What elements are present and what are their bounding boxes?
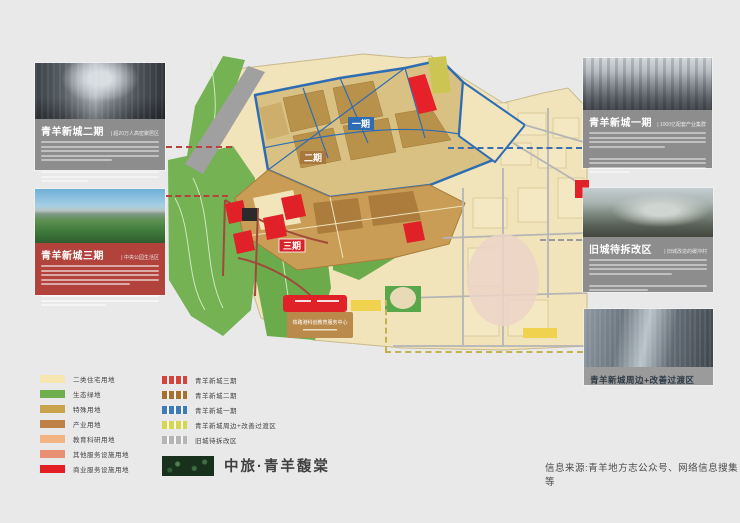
card-phase3-title: 青羊新城三期 bbox=[41, 247, 104, 262]
oldtown-photo bbox=[583, 188, 713, 237]
legend-row: 特殊用地 bbox=[40, 405, 129, 413]
connector-periphery-vertical bbox=[385, 300, 387, 352]
card-phase2: 青羊新城二期 | 超20万人高密聚居区 bbox=[35, 63, 165, 170]
legend-label: 二类住宅用地 bbox=[73, 374, 115, 384]
periphery-photo bbox=[584, 309, 713, 367]
legend-label: 特殊用地 bbox=[73, 404, 101, 414]
card-phase1-tagline: | 1000亿配套产业集群 bbox=[657, 121, 706, 128]
phase2-label: 二期 bbox=[300, 151, 326, 164]
legend-row: 二类住宅用地 bbox=[40, 375, 129, 383]
facility-label: 铁路港科创教育服务中心 bbox=[292, 319, 347, 326]
card-oldtown-text-placeholder bbox=[589, 259, 707, 291]
legend-label: 生态绿地 bbox=[73, 389, 101, 399]
legend-row: 教育科研用地 bbox=[40, 435, 129, 443]
red-block-text-bars bbox=[295, 300, 339, 302]
connector-phase1 bbox=[448, 147, 582, 149]
card-phase2-title: 青羊新城二期 bbox=[41, 123, 104, 138]
connector-phase2 bbox=[166, 146, 232, 148]
poi-ellipse bbox=[467, 234, 539, 326]
card-oldtown-title: 旧城待拆改区 bbox=[589, 241, 652, 256]
legend-swatch bbox=[40, 405, 65, 413]
legend-row: 青羊新城一期 bbox=[162, 406, 276, 414]
card-phase1-text-placeholder bbox=[589, 132, 706, 173]
legend-label: 青羊新城一期 bbox=[195, 405, 237, 415]
card-phase3-tagline: | 中央公园生活区 bbox=[121, 254, 159, 261]
legend-label: 产业用地 bbox=[73, 419, 101, 429]
legend-row: 青羊新城二期 bbox=[162, 391, 276, 399]
svg-text:三期: 三期 bbox=[283, 240, 301, 251]
card-periphery: 青羊新城周边+改善过渡区 bbox=[584, 309, 713, 385]
source-note: 信息来源:青羊地方志公众号、网络信息搜集等 bbox=[545, 460, 740, 488]
legend-label: 旧城待拆改区 bbox=[195, 435, 237, 445]
brand-logo: 中旅·青羊馥棠 bbox=[162, 455, 330, 476]
facility-block: 铁路港科创教育服务中心 bbox=[287, 312, 353, 338]
card-phase3: 青羊新城三期 | 中央公园生活区 bbox=[35, 189, 165, 295]
card-oldtown-tagline: | 旧城改造的缓冲村 bbox=[664, 248, 707, 255]
legend-label: 青羊新城三期 bbox=[195, 375, 237, 385]
legend-row: 产业用地 bbox=[40, 420, 129, 428]
legend-swatch bbox=[162, 421, 187, 429]
legend-row: 青羊新城周边+改善过渡区 bbox=[162, 421, 276, 429]
legend-row: 青羊新城三期 bbox=[162, 376, 276, 384]
card-phase2-tagline: | 超20万人高密聚居区 bbox=[111, 130, 159, 137]
legend-row: 其他服务设施用地 bbox=[40, 450, 129, 458]
legend-swatch bbox=[40, 390, 65, 398]
connector-periphery-horizontal bbox=[385, 351, 583, 353]
connector-oldtown bbox=[540, 239, 582, 241]
logo-text: 中旅·青羊馥棠 bbox=[224, 455, 330, 476]
legend-swatch bbox=[162, 406, 187, 414]
legend-row: 生态绿地 bbox=[40, 390, 129, 398]
phase1-label: 一期 bbox=[348, 117, 374, 130]
legend-swatch bbox=[162, 376, 187, 384]
logo-image bbox=[162, 456, 214, 476]
legend-swatch bbox=[162, 391, 187, 399]
legend-row: 商业服务设施用地 bbox=[40, 465, 129, 473]
legend-swatch bbox=[40, 450, 65, 458]
legend-label: 其他服务设施用地 bbox=[73, 449, 129, 459]
legend-label: 青羊新城周边+改善过渡区 bbox=[195, 420, 276, 430]
landuse-map: 铁路港科创教育服务中心 一期 二期 三期 bbox=[163, 48, 593, 400]
legend-districts: 青羊新城三期 青羊新城二期 青羊新城一期 青羊新城周边+改善过渡区 旧城待拆改区 bbox=[162, 376, 276, 451]
legend-swatch bbox=[40, 465, 65, 473]
legend-label: 青羊新城二期 bbox=[195, 390, 237, 400]
card-phase1-title: 青羊新城一期 bbox=[589, 114, 652, 129]
legend-swatch bbox=[40, 435, 65, 443]
svg-text:二期: 二期 bbox=[304, 152, 322, 163]
phase3-label: 三期 bbox=[279, 239, 305, 252]
legend-label: 商业服务设施用地 bbox=[73, 464, 129, 474]
card-phase1: 青羊新城一期 | 1000亿配套产业集群 bbox=[583, 58, 712, 168]
legend-swatch bbox=[40, 420, 65, 428]
legend-label: 教育科研用地 bbox=[73, 434, 115, 444]
card-periphery-title: 青羊新城周边+改善过渡区 bbox=[590, 374, 694, 386]
legend-landuse: 二类住宅用地 生态绿地 特殊用地 产业用地 教育科研用地 其他服务设施用地 商业… bbox=[40, 375, 129, 480]
legend-row: 旧城待拆改区 bbox=[162, 436, 276, 444]
legend-swatch bbox=[162, 436, 187, 444]
svg-text:一期: 一期 bbox=[352, 118, 370, 129]
connector-phase3 bbox=[166, 195, 228, 197]
card-phase2-text-placeholder bbox=[41, 141, 159, 182]
legend-swatch bbox=[40, 375, 65, 383]
phase3-photo bbox=[35, 189, 165, 243]
card-phase3-text-placeholder bbox=[41, 265, 159, 306]
phase1-photo bbox=[583, 58, 712, 110]
phase2-photo bbox=[35, 63, 165, 119]
card-oldtown: 旧城待拆改区 | 旧城改造的缓冲村 bbox=[583, 188, 713, 292]
planning-map-poster: 铁路港科创教育服务中心 一期 二期 三期 bbox=[0, 0, 740, 523]
